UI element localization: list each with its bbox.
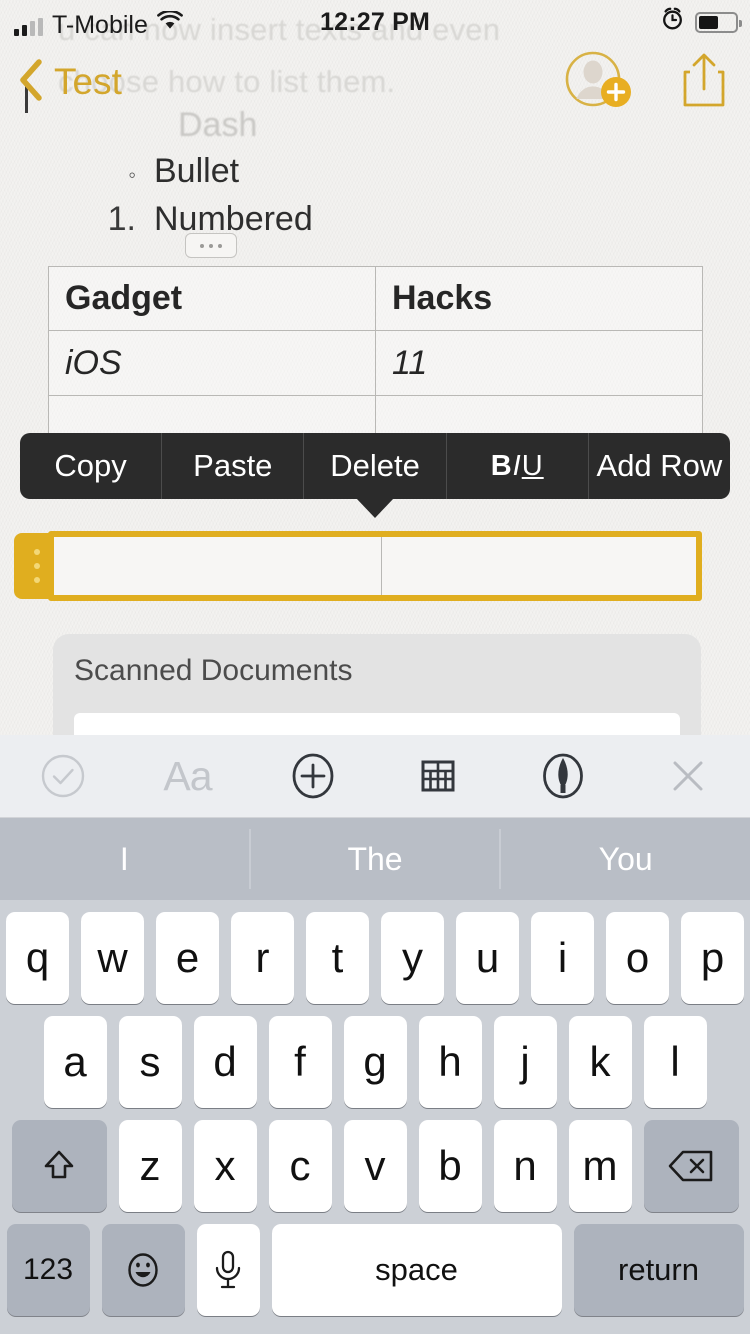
key-q[interactable]: q <box>6 912 69 1004</box>
text-format-icon[interactable]: Aa <box>125 735 250 818</box>
bullet-marker-icon: ◦ <box>128 162 136 187</box>
key-m[interactable]: m <box>568 1120 632 1212</box>
selected-table-row[interactable] <box>14 531 702 601</box>
key-v[interactable]: v <box>343 1120 407 1212</box>
space-key[interactable]: space <box>271 1224 562 1316</box>
keyboard-row-4: 123 space return <box>0 1224 750 1316</box>
close-icon[interactable] <box>625 735 750 818</box>
keyboard-row-3: z x c v b n m <box>0 1120 750 1212</box>
table-row: iOS 11 <box>49 331 703 396</box>
status-bar: T-Mobile 12:27 PM <box>0 0 750 44</box>
key-p[interactable]: p <box>681 912 744 1004</box>
chevron-left-icon <box>18 58 44 107</box>
note-table[interactable]: Gadget Hacks iOS 11 <box>48 266 703 456</box>
paste-button[interactable]: Paste <box>162 433 305 499</box>
key-n[interactable]: n <box>493 1120 557 1212</box>
key-a[interactable]: a <box>43 1016 107 1108</box>
delete-button[interactable]: Delete <box>304 433 447 499</box>
key-g[interactable]: g <box>343 1016 407 1108</box>
column-divider <box>381 537 382 595</box>
key-x[interactable]: x <box>193 1120 257 1212</box>
keyboard-row-2: a s d f g h j k l <box>0 1016 750 1108</box>
on-screen-keyboard: q w e r t y u i o p a s d f g h j k l z … <box>0 900 750 1334</box>
plus-circle-icon[interactable] <box>250 735 375 818</box>
table-icon[interactable] <box>375 735 500 818</box>
table-cell[interactable]: 11 <box>376 331 703 396</box>
table-cell[interactable]: iOS <box>49 331 376 396</box>
markup-pen-icon[interactable] <box>500 735 625 818</box>
key-t[interactable]: t <box>306 912 369 1004</box>
bold-label: B <box>490 449 513 482</box>
drag-handle-dots-icon[interactable] <box>185 233 237 258</box>
key-k[interactable]: k <box>568 1016 632 1108</box>
microphone-icon[interactable] <box>196 1224 260 1316</box>
scanned-documents-card[interactable]: Scanned Documents <box>53 634 701 735</box>
back-button-label: Test <box>54 61 122 102</box>
copy-button[interactable]: Copy <box>20 433 163 499</box>
table-header-row: Gadget Hacks <box>49 267 703 331</box>
key-s[interactable]: s <box>118 1016 182 1108</box>
key-l[interactable]: l <box>643 1016 707 1108</box>
alarm-clock-icon <box>660 6 685 38</box>
key-w[interactable]: w <box>81 912 144 1004</box>
italic-label: I <box>512 449 522 482</box>
key-r[interactable]: r <box>231 912 294 1004</box>
bold-italic-underline-button[interactable]: BIU <box>447 433 589 499</box>
key-u[interactable]: u <box>456 912 519 1004</box>
key-b[interactable]: b <box>418 1120 482 1212</box>
key-d[interactable]: d <box>193 1016 257 1108</box>
emoji-icon[interactable] <box>101 1224 185 1316</box>
table-header-cell[interactable]: Gadget <box>49 267 376 331</box>
table-header-cell[interactable]: Hacks <box>376 267 703 331</box>
list-item-label: Bullet <box>154 152 240 190</box>
add-person-icon[interactable] <box>564 49 632 116</box>
return-key[interactable]: return <box>573 1224 744 1316</box>
back-button[interactable]: Test <box>18 58 122 107</box>
suggestion-button[interactable]: I <box>0 829 249 889</box>
key-z[interactable]: z <box>118 1120 182 1212</box>
key-f[interactable]: f <box>268 1016 332 1108</box>
share-icon[interactable] <box>680 51 728 114</box>
checklist-icon[interactable] <box>0 735 125 818</box>
keyboard-row-1: q w e r t y u i o p <box>0 912 750 1004</box>
key-e[interactable]: e <box>156 912 219 1004</box>
shift-icon[interactable] <box>11 1120 107 1212</box>
navigation-bar: Test <box>0 44 750 120</box>
scanned-documents-preview[interactable] <box>74 713 680 735</box>
selected-row-outline[interactable] <box>48 531 702 601</box>
backspace-icon[interactable] <box>643 1120 739 1212</box>
key-c[interactable]: c <box>268 1120 332 1212</box>
note-format-toolbar: Aa <box>0 735 750 818</box>
key-o[interactable]: o <box>606 912 669 1004</box>
key-i[interactable]: i <box>531 912 594 1004</box>
text-format-label: Aa <box>163 752 212 799</box>
suggestion-button[interactable]: You <box>499 829 750 889</box>
underline-label: U <box>521 449 544 482</box>
clock-label: 12:27 PM <box>320 7 430 36</box>
context-menu[interactable]: Copy Paste Delete BIU Add Row <box>20 433 730 499</box>
scanned-documents-title: Scanned Documents <box>74 654 353 687</box>
number-marker: 1. <box>107 200 136 238</box>
numbers-key[interactable]: 123 <box>6 1224 90 1316</box>
add-row-button[interactable]: Add Row <box>589 433 730 499</box>
key-y[interactable]: y <box>381 912 444 1004</box>
battery-icon <box>695 11 742 33</box>
key-h[interactable]: h <box>418 1016 482 1108</box>
suggestion-button[interactable]: The <box>248 829 500 889</box>
predictive-text-bar: I The You <box>0 818 750 900</box>
context-menu-pointer <box>356 498 394 518</box>
key-j[interactable]: j <box>493 1016 557 1108</box>
iphone-screen: u can now insert texts and even choose h… <box>0 0 750 1334</box>
list-item-bullet[interactable]: ◦ Bullet <box>76 152 239 191</box>
